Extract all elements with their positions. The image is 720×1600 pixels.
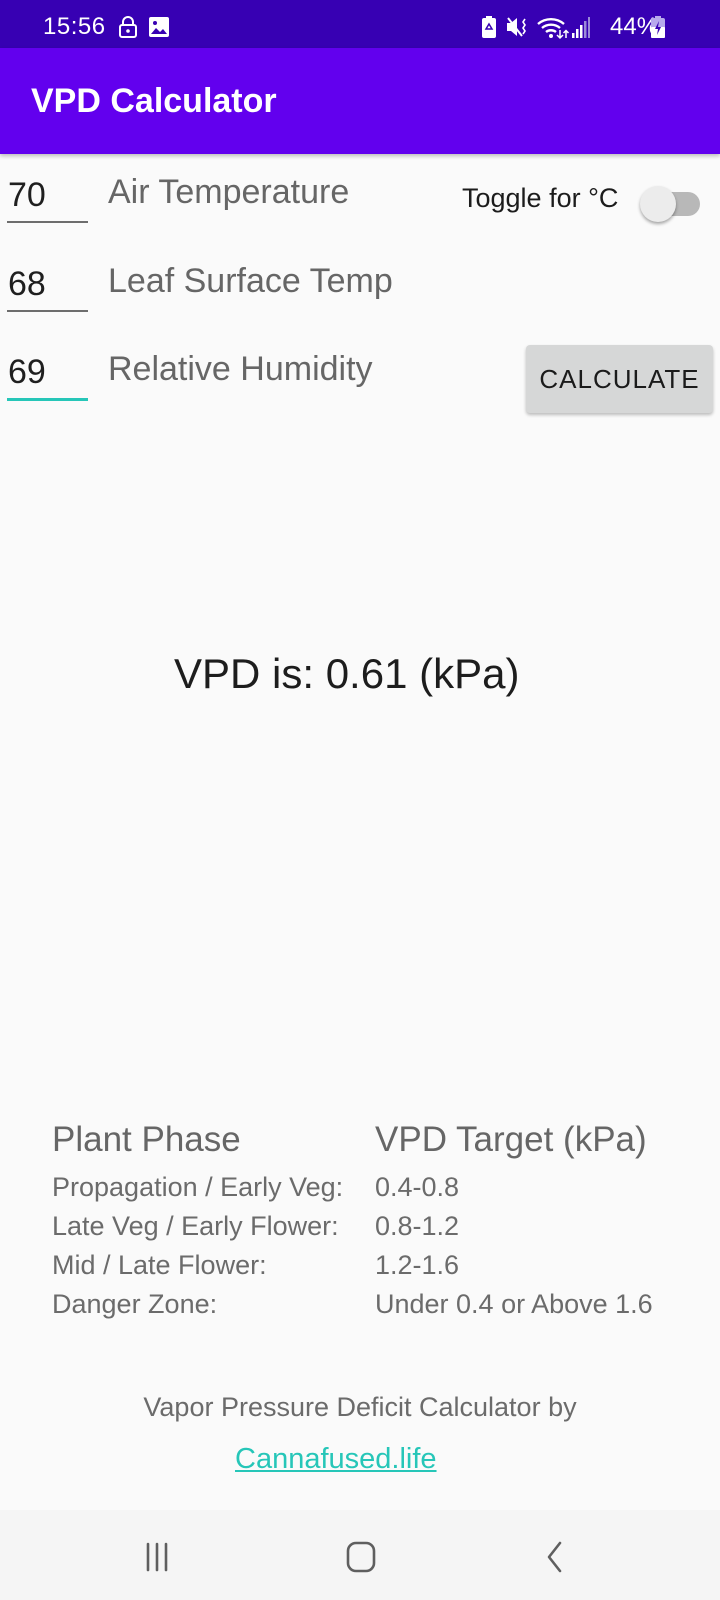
table-header-plant-phase: Plant Phase: [52, 1120, 241, 1159]
table-row-target: 1.2-1.6: [375, 1250, 460, 1280]
switch-thumb: [640, 186, 676, 222]
status-bar: 15:56 44%: [0, 0, 720, 48]
system-nav-bar: [0, 1510, 720, 1600]
table-row-phase: Propagation / Early Veg:: [52, 1172, 344, 1202]
table-row-target: 0.4-0.8: [375, 1172, 460, 1202]
relative-humidity-input[interactable]: [7, 353, 88, 401]
recent-apps-icon: [146, 1542, 168, 1572]
table-row-phase: Danger Zone:: [52, 1289, 218, 1319]
mute-vibrate-icon: [506, 16, 530, 43]
recent-apps-button[interactable]: [131, 1535, 191, 1579]
air-temperature-label: Air Temperature: [108, 173, 350, 211]
app-bar: VPD Calculator: [0, 48, 720, 154]
air-temperature-input[interactable]: [7, 176, 88, 223]
signal-icon: [572, 16, 590, 43]
image-icon: [148, 16, 170, 43]
credit-text: Vapor Pressure Deficit Calculator by: [143, 1392, 577, 1422]
leaf-surface-temp-input[interactable]: [7, 265, 88, 312]
cannafused-link[interactable]: Cannafused.life: [235, 1443, 437, 1476]
back-button[interactable]: [532, 1535, 592, 1579]
home-button[interactable]: [331, 1535, 391, 1579]
wifi-icon: [536, 16, 570, 45]
celsius-toggle-switch[interactable]: [640, 184, 702, 224]
table-header-vpd-target: VPD Target (kPa): [375, 1120, 647, 1159]
home-icon: [346, 1541, 376, 1573]
app-title: VPD Calculator: [31, 82, 277, 120]
battery-saver-icon: [481, 16, 497, 43]
status-time: 15:56: [43, 13, 106, 40]
battery-charging-icon: [650, 16, 666, 43]
lock-icon: [118, 16, 138, 43]
celsius-toggle-label: Toggle for °C: [462, 183, 619, 213]
back-icon: [547, 1541, 562, 1573]
vpd-result: VPD is: 0.61 (kPa): [174, 650, 520, 697]
relative-humidity-label: Relative Humidity: [108, 350, 373, 388]
table-row-phase: Late Veg / Early Flower:: [52, 1211, 339, 1241]
table-row-target: Under 0.4 or Above 1.6: [375, 1289, 653, 1319]
leaf-surface-temp-label: Leaf Surface Temp: [108, 262, 393, 300]
table-row-phase: Mid / Late Flower:: [52, 1250, 267, 1280]
table-row-target: 0.8-1.2: [375, 1211, 460, 1241]
calculate-button[interactable]: CALCULATE: [526, 345, 713, 413]
